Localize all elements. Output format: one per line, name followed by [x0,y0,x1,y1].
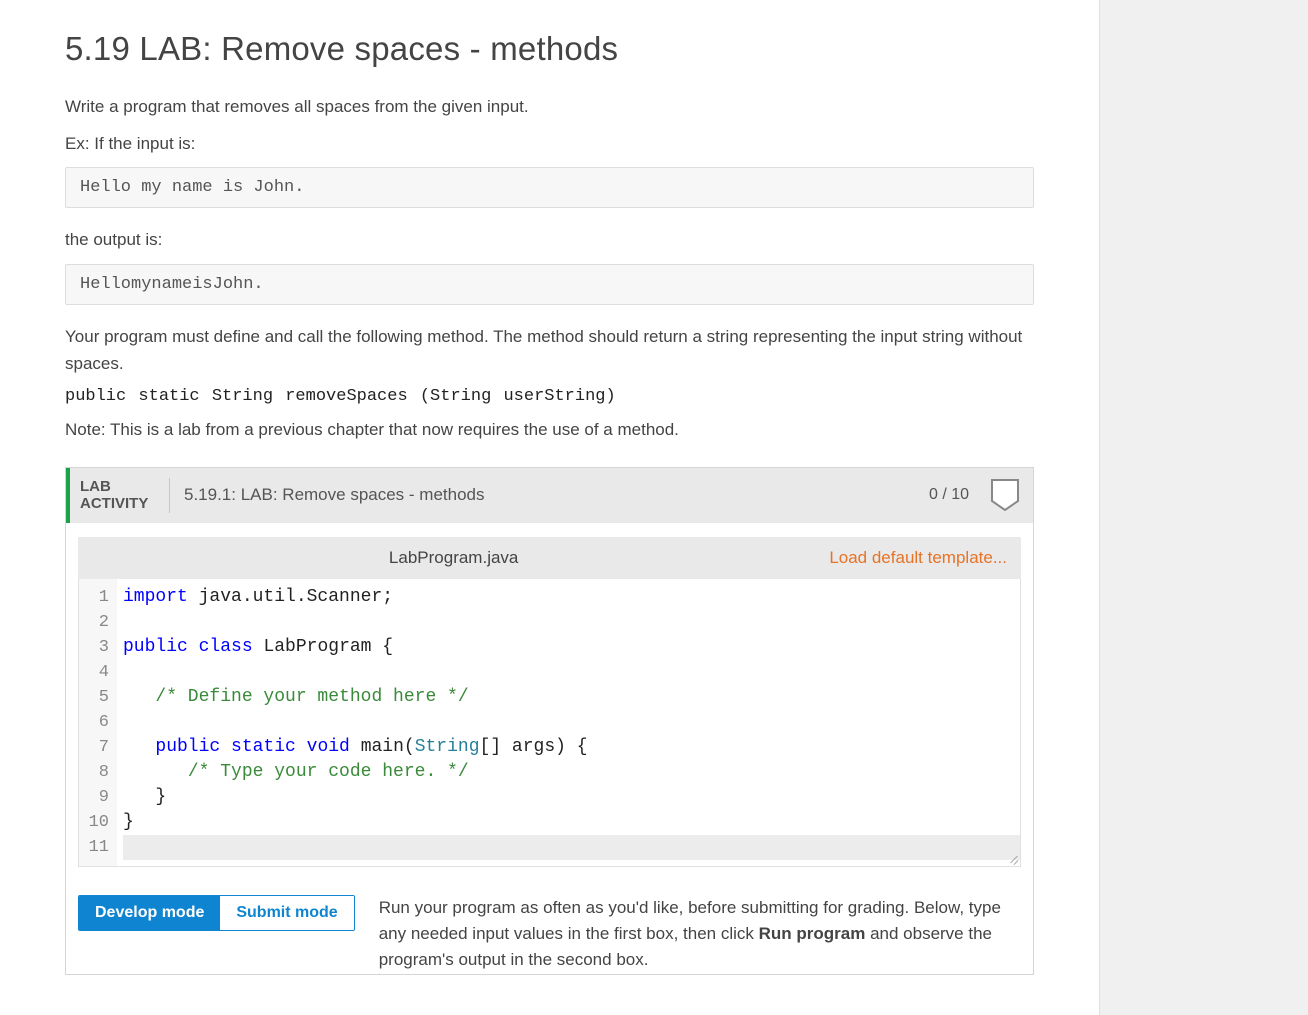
activity-score: 0 / 10 [929,486,969,504]
mode-help-text: Run your program as often as you'd like,… [379,895,1021,974]
score-badge-icon [991,479,1019,511]
file-tab-name: LabProgram.java [78,548,829,568]
code-line[interactable]: public class LabProgram { [123,635,1020,660]
activity-badge-line2: ACTIVITY [80,495,157,512]
example-output-label: the output is: [65,226,1034,253]
line-number: 11 [83,835,109,860]
activity-header: LAB ACTIVITY 5.19.1: LAB: Remove spaces … [66,468,1033,523]
method-signature: public static String removeSpaces (Strin… [65,387,1034,406]
lab-page: 5.19 LAB: Remove spaces - methods Write … [0,0,1100,1015]
resize-handle[interactable] [1004,850,1018,864]
line-number: 9 [83,785,109,810]
code-editor[interactable]: 1234567891011 import java.util.Scanner; … [78,579,1021,867]
code-line[interactable]: } [123,810,1020,835]
code-line[interactable]: public static void main(String[] args) { [123,735,1020,760]
line-number-gutter: 1234567891011 [79,579,117,866]
line-number: 2 [83,610,109,635]
mode-row: Develop mode Submit mode Run your progra… [78,895,1021,974]
example-input-label: Ex: If the input is: [65,130,1034,157]
code-line[interactable] [123,710,1020,735]
line-number: 4 [83,660,109,685]
line-number: 10 [83,810,109,835]
code-line[interactable]: /* Define your method here */ [123,685,1020,710]
activity-badge-line1: LAB [80,478,157,495]
instructions-note: Note: This is a lab from a previous chap… [65,416,1034,443]
activity-badge: LAB ACTIVITY [80,478,170,513]
example-input-box: Hello my name is John. [65,167,1034,208]
code-line[interactable]: } [123,785,1020,810]
line-number: 6 [83,710,109,735]
line-number: 1 [83,585,109,610]
submit-mode-button[interactable]: Submit mode [220,896,353,930]
line-number: 7 [83,735,109,760]
lab-activity-panel: LAB ACTIVITY 5.19.1: LAB: Remove spaces … [65,467,1034,975]
activity-title: 5.19.1: LAB: Remove spaces - methods [184,485,915,505]
code-line[interactable]: import java.util.Scanner; [123,585,1020,610]
code-lines[interactable]: import java.util.Scanner; public class L… [117,579,1020,866]
line-number: 3 [83,635,109,660]
code-line[interactable] [123,835,1020,860]
develop-mode-button[interactable]: Develop mode [79,896,220,930]
example-output-box: HellomynameisJohn. [65,264,1034,305]
page-title: 5.19 LAB: Remove spaces - methods [65,30,1034,68]
code-line[interactable] [123,660,1020,685]
mode-help-bold: Run program [759,924,866,943]
line-number: 8 [83,760,109,785]
load-default-template-link[interactable]: Load default template... [829,548,1021,568]
line-number: 5 [83,685,109,710]
mode-buttons: Develop mode Submit mode [78,895,355,931]
instructions-define-call: Your program must define and call the fo… [65,323,1034,377]
file-tab-row: LabProgram.java Load default template... [78,537,1021,579]
instructions-intro: Write a program that removes all spaces … [65,93,1034,120]
code-line[interactable]: /* Type your code here. */ [123,760,1020,785]
code-line[interactable] [123,610,1020,635]
